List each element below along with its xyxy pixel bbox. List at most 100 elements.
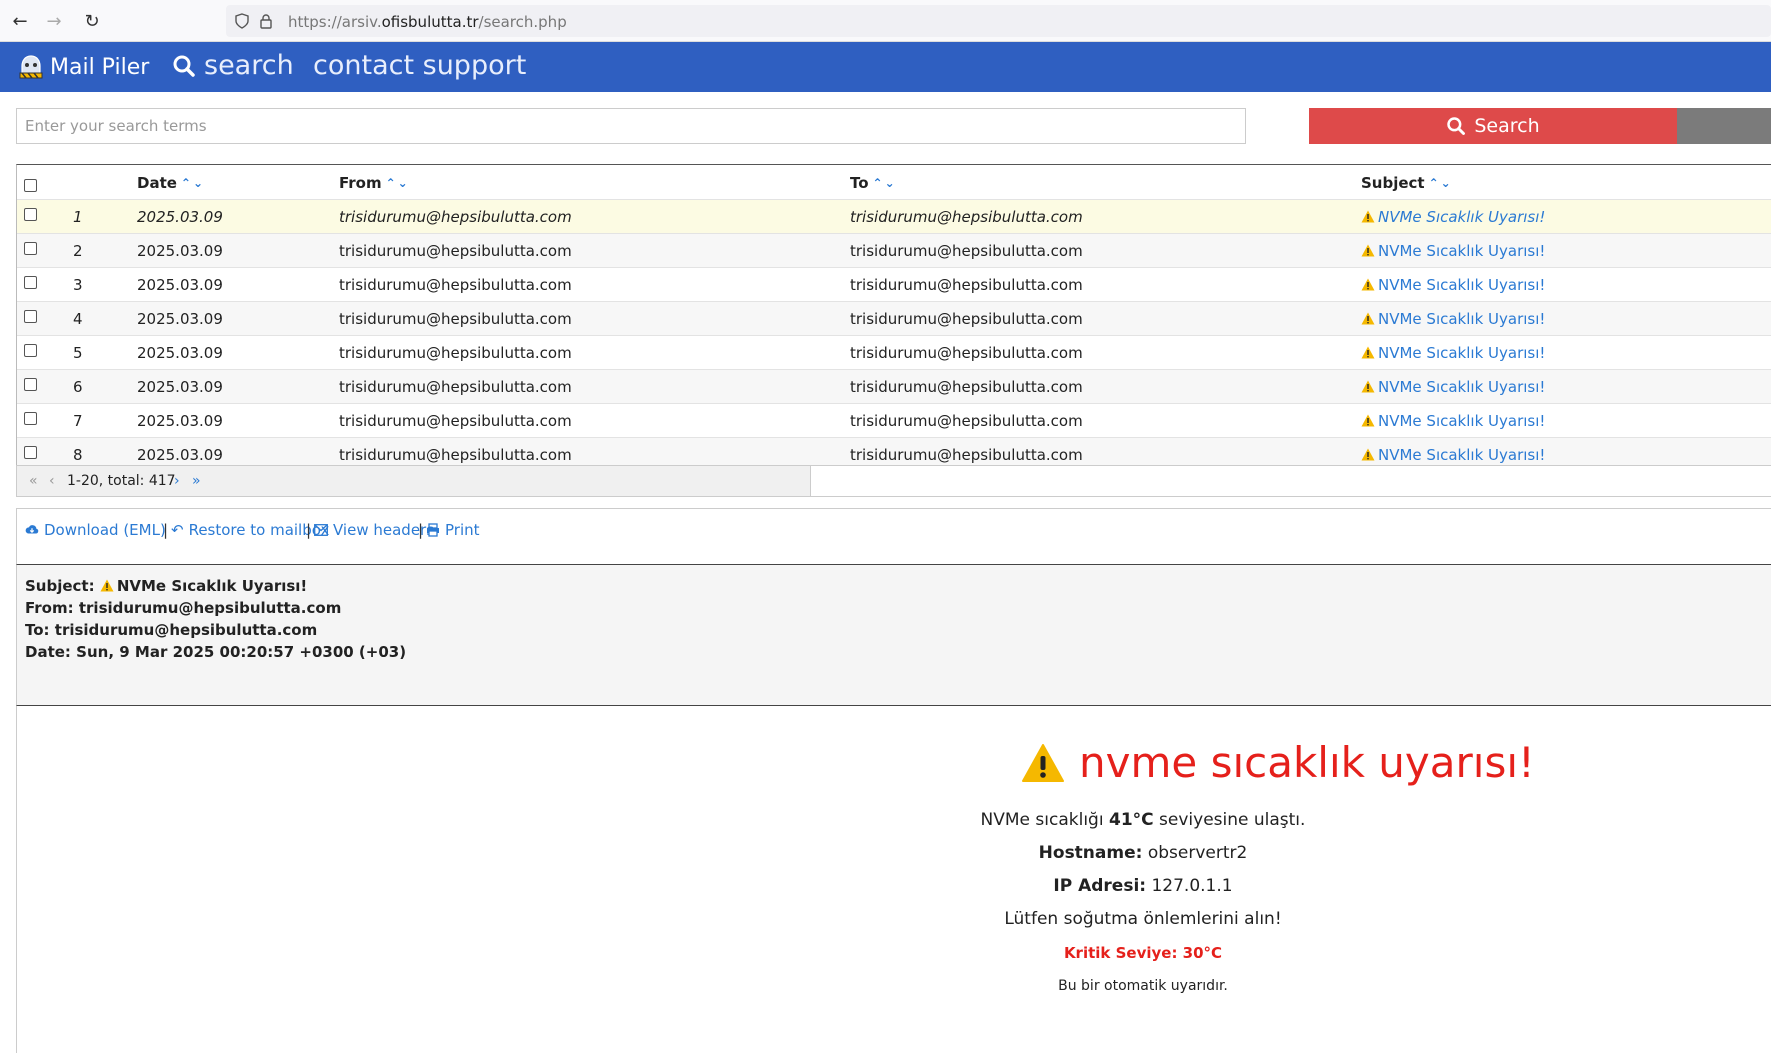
row-subject[interactable]: NVMe Sıcaklık Uyarısı! [1361, 344, 1545, 362]
row-from: trisidurumu@hepsibulutta.com [339, 344, 572, 362]
search-input[interactable] [16, 108, 1246, 144]
table-header: Date ⌃⌄ From ⌃⌄ To ⌃⌄ Subject ⌃⌄ [17, 165, 1771, 199]
advice-line: Lütfen soğutma önlemlerini alın! [1004, 909, 1282, 929]
pager-text: 1-20, total: 417 [67, 473, 176, 489]
sort-arrows-icon[interactable]: ⌃⌄ [873, 176, 897, 190]
search-icon [1447, 117, 1466, 135]
warning-icon [1361, 380, 1375, 393]
header-date-line: Date: Sun, 9 Mar 2025 00:20:57 +0300 (+0… [25, 643, 407, 661]
reload-icon[interactable]: ↻ [80, 10, 104, 34]
table-row[interactable]: 4 2025.03.09 trisidurumu@hepsibulutta.co… [17, 301, 1771, 335]
message-body: nvme sıcaklık uyarısı! NVMe sıcaklığı 41… [16, 706, 1771, 1053]
row-subject[interactable]: NVMe Sıcaklık Uyarısı! [1361, 310, 1545, 328]
envelope-icon [314, 524, 328, 536]
sort-arrows-icon[interactable]: ⌃⌄ [386, 176, 410, 190]
warning-icon [1361, 278, 1375, 291]
nav-search[interactable]: search [172, 50, 294, 81]
warning-icon [1361, 448, 1375, 461]
row-checkbox[interactable] [24, 242, 37, 255]
row-checkbox[interactable] [24, 378, 37, 391]
message-actions: Download (EML) | ↶ Restore to mailbox | … [16, 508, 1771, 564]
action-separator: | [418, 521, 424, 539]
row-number: 1 [73, 208, 83, 226]
last-page-icon[interactable]: » [192, 473, 201, 489]
row-checkbox[interactable] [24, 412, 37, 425]
forward-icon[interactable]: → [42, 10, 66, 34]
download-eml-link[interactable]: Download (EML) [25, 521, 166, 539]
row-from: trisidurumu@hepsibulutta.com [339, 242, 572, 260]
warning-icon [1361, 244, 1375, 257]
first-page-icon[interactable]: « [29, 473, 38, 489]
warning-icon [1361, 210, 1375, 223]
row-date: 2025.03.09 [137, 446, 223, 464]
ip-line: IP Adresi: 127.0.1.1 [1053, 876, 1233, 896]
row-date: 2025.03.09 [137, 208, 223, 226]
row-from: trisidurumu@hepsibulutta.com [339, 378, 572, 396]
cloud-download-icon [25, 525, 39, 534]
header-subject-line: Subject: NVMe Sıcaklık Uyarısı! [25, 577, 308, 595]
view-headers-link[interactable]: View headers [314, 521, 434, 539]
table-row[interactable]: 6 2025.03.09 trisidurumu@hepsibulutta.co… [17, 369, 1771, 403]
row-subject[interactable]: NVMe Sıcaklık Uyarısı! [1361, 412, 1545, 430]
back-icon[interactable]: ← [8, 10, 32, 34]
header-to[interactable]: To ⌃⌄ [850, 174, 897, 192]
browser-toolbar: ← → ↻ https://arsiv.ofisbulutta.tr/searc… [0, 0, 1771, 42]
shield-icon [235, 13, 249, 29]
nav-contact-label: contact support [313, 50, 527, 81]
next-page-icon[interactable]: › [174, 473, 180, 489]
table-row[interactable]: 7 2025.03.09 trisidurumu@hepsibulutta.co… [17, 403, 1771, 437]
pager-filler [811, 465, 1771, 497]
row-date: 2025.03.09 [137, 276, 223, 294]
warning-icon [1022, 743, 1064, 782]
advanced-search-button[interactable] [1677, 108, 1771, 144]
row-subject[interactable]: NVMe Sıcaklık Uyarısı! [1361, 276, 1545, 294]
row-from: trisidurumu@hepsibulutta.com [339, 412, 572, 430]
critical-level: Kritik Seviye: 30°C [1063, 944, 1223, 962]
print-icon [427, 523, 439, 537]
row-to: trisidurumu@hepsibulutta.com [850, 378, 1083, 396]
row-checkbox[interactable] [24, 310, 37, 323]
table-row[interactable]: 1 2025.03.09 trisidurumu@hepsibulutta.co… [17, 199, 1771, 233]
row-checkbox[interactable] [24, 208, 37, 221]
search-button[interactable]: Search [1309, 108, 1677, 144]
row-to: trisidurumu@hepsibulutta.com [850, 276, 1083, 294]
row-checkbox[interactable] [24, 276, 37, 289]
row-subject[interactable]: NVMe Sıcaklık Uyarısı! [1361, 208, 1545, 226]
row-subject[interactable]: NVMe Sıcaklık Uyarısı! [1361, 242, 1545, 260]
row-subject[interactable]: NVMe Sıcaklık Uyarısı! [1361, 378, 1545, 396]
header-date[interactable]: Date ⌃⌄ [137, 174, 205, 192]
warning-icon [1361, 312, 1375, 325]
brand-name: Mail Piler [50, 54, 150, 80]
table-row[interactable]: 3 2025.03.09 trisidurumu@hepsibulutta.co… [17, 267, 1771, 301]
table-row[interactable]: 5 2025.03.09 trisidurumu@hepsibulutta.co… [17, 335, 1771, 369]
search-button-label: Search [1474, 115, 1540, 137]
brand[interactable]: Mail Piler [16, 52, 149, 82]
row-from: trisidurumu@hepsibulutta.com [339, 276, 572, 294]
piler-logo-icon [19, 55, 43, 79]
row-checkbox[interactable] [24, 446, 37, 459]
sort-arrows-icon[interactable]: ⌃⌄ [181, 176, 205, 190]
action-separator: | [306, 521, 312, 539]
header-subject[interactable]: Subject ⌃⌄ [1361, 174, 1453, 192]
row-date: 2025.03.09 [137, 242, 223, 260]
prev-page-icon[interactable]: ‹ [49, 473, 55, 489]
warning-icon [1361, 346, 1375, 359]
table-row[interactable]: 2 2025.03.09 trisidurumu@hepsibulutta.co… [17, 233, 1771, 267]
row-to: trisidurumu@hepsibulutta.com [850, 310, 1083, 328]
sort-arrows-icon[interactable]: ⌃⌄ [1429, 176, 1453, 190]
row-checkbox[interactable] [24, 344, 37, 357]
hostname-line: Hostname: observertr2 [1038, 843, 1248, 863]
row-date: 2025.03.09 [137, 412, 223, 430]
table-row[interactable]: 8 2025.03.09 trisidurumu@hepsibulutta.co… [17, 437, 1771, 465]
address-bar[interactable]: https://arsiv.ofisbulutta.tr/search.php [226, 5, 1771, 37]
row-subject[interactable]: NVMe Sıcaklık Uyarısı! [1361, 446, 1545, 464]
header-from[interactable]: From ⌃⌄ [339, 174, 410, 192]
pagination: « ‹ 1-20, total: 417 › » [16, 465, 811, 497]
header-to-line: To: trisidurumu@hepsibulutta.com [25, 621, 318, 639]
print-link[interactable]: Print [426, 521, 480, 539]
row-number: 7 [73, 412, 83, 430]
select-all-checkbox[interactable] [24, 179, 37, 192]
nav-contact-support[interactable]: contact support [313, 50, 526, 81]
row-number: 2 [73, 242, 83, 260]
row-to: trisidurumu@hepsibulutta.com [850, 242, 1083, 260]
